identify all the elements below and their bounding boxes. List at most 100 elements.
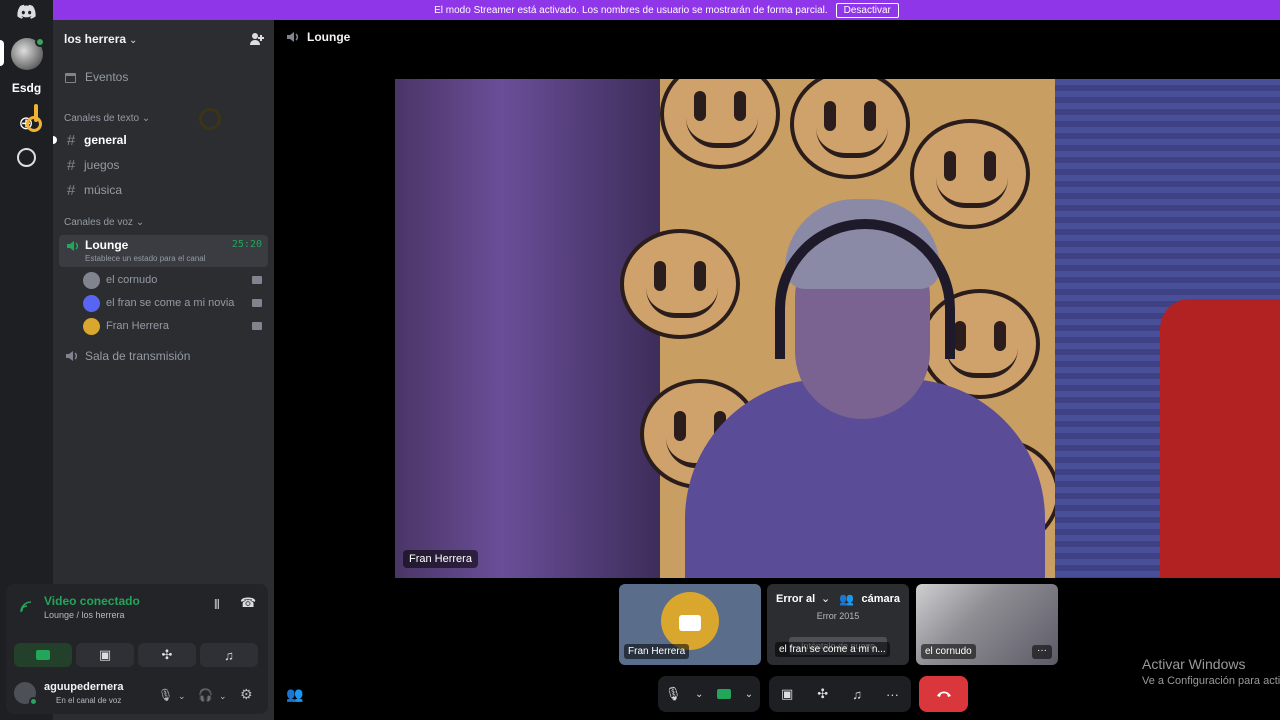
soundboard-button[interactable]: ♫: [200, 643, 258, 667]
server-name: los herrera: [64, 31, 127, 46]
deactivate-streamer-button[interactable]: Desactivar: [835, 2, 899, 18]
hash-icon: #: [66, 181, 76, 199]
voice-user-row[interactable]: Fran Herrera: [83, 316, 268, 336]
text-channels-category[interactable]: Canales de texto ⌄: [64, 113, 150, 124]
camera-icon: [252, 299, 262, 307]
camera-icon: [36, 650, 50, 660]
voice-user-row[interactable]: el cornudo: [83, 270, 268, 290]
discover-compass-icon[interactable]: [17, 148, 36, 167]
invite-to-call-icon[interactable]: 👥: [286, 686, 303, 703]
channel-label: Sala de transmisión: [85, 349, 191, 363]
camera-icon: [252, 322, 262, 330]
av-controls-group: 🎙 ⌄ ⌄: [658, 676, 760, 712]
avatar: [83, 317, 100, 335]
main-video-stream[interactable]: Fran Herrera: [395, 79, 1280, 578]
more-options-button[interactable]: ···: [1032, 645, 1052, 659]
voice-channel-status[interactable]: Establece un estado para el canal: [85, 254, 206, 263]
channel-juegos[interactable]: # juegos: [59, 154, 268, 176]
hang-up-button[interactable]: [919, 676, 968, 712]
more-options-icon[interactable]: ···: [886, 687, 899, 702]
participant-tile-fran[interactable]: Fran Herrera: [619, 584, 761, 665]
chevron-down-icon[interactable]: ⌄: [178, 691, 186, 702]
avatar: [83, 294, 100, 312]
chevron-down-icon[interactable]: ⌄: [745, 689, 753, 700]
voice-user-name: el cornudo: [106, 274, 158, 286]
call-actions-group: ▣ ✣ ♫ ···: [769, 676, 911, 712]
voice-channel-timer: 25:20: [231, 239, 262, 250]
phone-hangup-icon: [936, 691, 951, 697]
tile-name: Fran Herrera: [624, 644, 690, 659]
video-name-tag: Fran Herrera: [403, 550, 478, 568]
speaker-icon: [287, 32, 299, 42]
avatar: [83, 271, 100, 289]
voice-channels-category[interactable]: Canales de voz ⌄: [64, 217, 144, 228]
video-background-fridge: [1160, 299, 1280, 578]
noise-suppression-icon[interactable]: ⦀: [214, 597, 220, 613]
windows-activation-subtitle: Ve a Configuración para activ: [1142, 675, 1280, 687]
settings-gear-icon[interactable]: ⚙: [240, 686, 253, 703]
hash-icon: #: [66, 131, 76, 149]
voice-user-name: Fran Herrera: [106, 320, 169, 332]
tile-name: el cornudo: [921, 644, 976, 659]
disconnect-icon[interactable]: ☎: [240, 595, 256, 611]
screen-share-icon: ▣: [98, 647, 112, 662]
participant-tile-error[interactable]: Error al cámara ⌄ 👥 Error 2015 Inténtalo…: [767, 584, 909, 665]
invite-people-icon[interactable]: [250, 32, 264, 46]
channel-title: Lounge: [307, 30, 351, 44]
discord-window: Esdg ⊕ El modo Streamer está activado. L…: [0, 0, 1280, 720]
server-header[interactable]: los herrera ⌄: [53, 20, 274, 57]
headphones-icon[interactable]: 🎧: [198, 688, 213, 702]
chevron-down-icon[interactable]: ⌄: [219, 691, 227, 702]
speaker-icon: [67, 241, 79, 251]
voice-channel-lounge[interactable]: Lounge Establece un estado para el canal…: [59, 235, 268, 267]
events-label: Eventos: [85, 70, 129, 84]
soundboard-icon[interactable]: ♫: [852, 687, 862, 702]
username: aguupedernera: [44, 681, 124, 693]
microphone-icon[interactable]: 🎙: [158, 688, 173, 702]
activities-icon[interactable]: ✣: [817, 686, 828, 702]
error-title-left: Error al: [776, 593, 816, 605]
voice-location[interactable]: Lounge / los herrera: [44, 610, 125, 620]
share-screen-button[interactable]: ▣: [76, 643, 134, 667]
events-item[interactable]: Eventos: [64, 70, 128, 84]
camera-icon: [252, 276, 262, 284]
hash-icon: #: [66, 156, 76, 174]
exclamation-icon: [34, 104, 38, 122]
voice-user-row[interactable]: el fran se come a mi novia: [83, 293, 268, 313]
loading-ring-icon: [199, 108, 221, 130]
streamer-banner-text: El modo Streamer está activado. Los nomb…: [434, 4, 828, 16]
server-label[interactable]: Esdg: [0, 81, 53, 95]
channel-header: Lounge: [286, 30, 350, 44]
streamer-mode-banner: El modo Streamer está activado. Los nomb…: [53, 0, 1280, 20]
chevron-down-icon: ⌄: [129, 34, 138, 46]
channel-sala-de-transmision[interactable]: Sala de transmisión: [59, 345, 268, 367]
signal-icon[interactable]: [20, 601, 32, 613]
unread-indicator: [53, 136, 57, 144]
discord-logo-icon[interactable]: [17, 4, 36, 19]
participant-tile-cornudo[interactable]: el cornudo ···: [916, 584, 1058, 665]
error-code: Error 2015: [816, 611, 860, 621]
activities-icon: ✣: [161, 647, 173, 662]
error-title-right: cámara: [861, 593, 900, 605]
channel-general[interactable]: # general: [59, 129, 268, 151]
voice-channel-name: Lounge: [85, 238, 129, 252]
server-icon-los-herrera[interactable]: [11, 37, 45, 70]
collapse-chevron-icon[interactable]: ⌄: [821, 592, 830, 605]
channel-musica[interactable]: # música: [59, 179, 268, 201]
chevron-down-icon[interactable]: ⌄: [695, 689, 703, 700]
camera-icon[interactable]: [717, 689, 732, 699]
user-area[interactable]: aguupedernera En el canal de voz: [14, 681, 123, 706]
voice-status: Video conectado: [44, 594, 140, 608]
online-status-dot: [29, 697, 38, 706]
selected-server-indicator: [0, 40, 4, 66]
microphone-icon[interactable]: 🎙: [665, 686, 682, 702]
windows-activation-title: Activar Windows: [1142, 656, 1246, 672]
avatar: [14, 682, 38, 706]
calendar-icon: [65, 72, 76, 83]
camera-button[interactable]: [14, 643, 72, 667]
screen-share-icon[interactable]: ▣: [781, 686, 793, 702]
user-status: En el canal de voz: [56, 696, 122, 705]
activities-button[interactable]: ✣: [138, 643, 196, 667]
tile-name: el fran se come a mi n...: [775, 642, 890, 657]
camera-icon: [679, 615, 701, 631]
